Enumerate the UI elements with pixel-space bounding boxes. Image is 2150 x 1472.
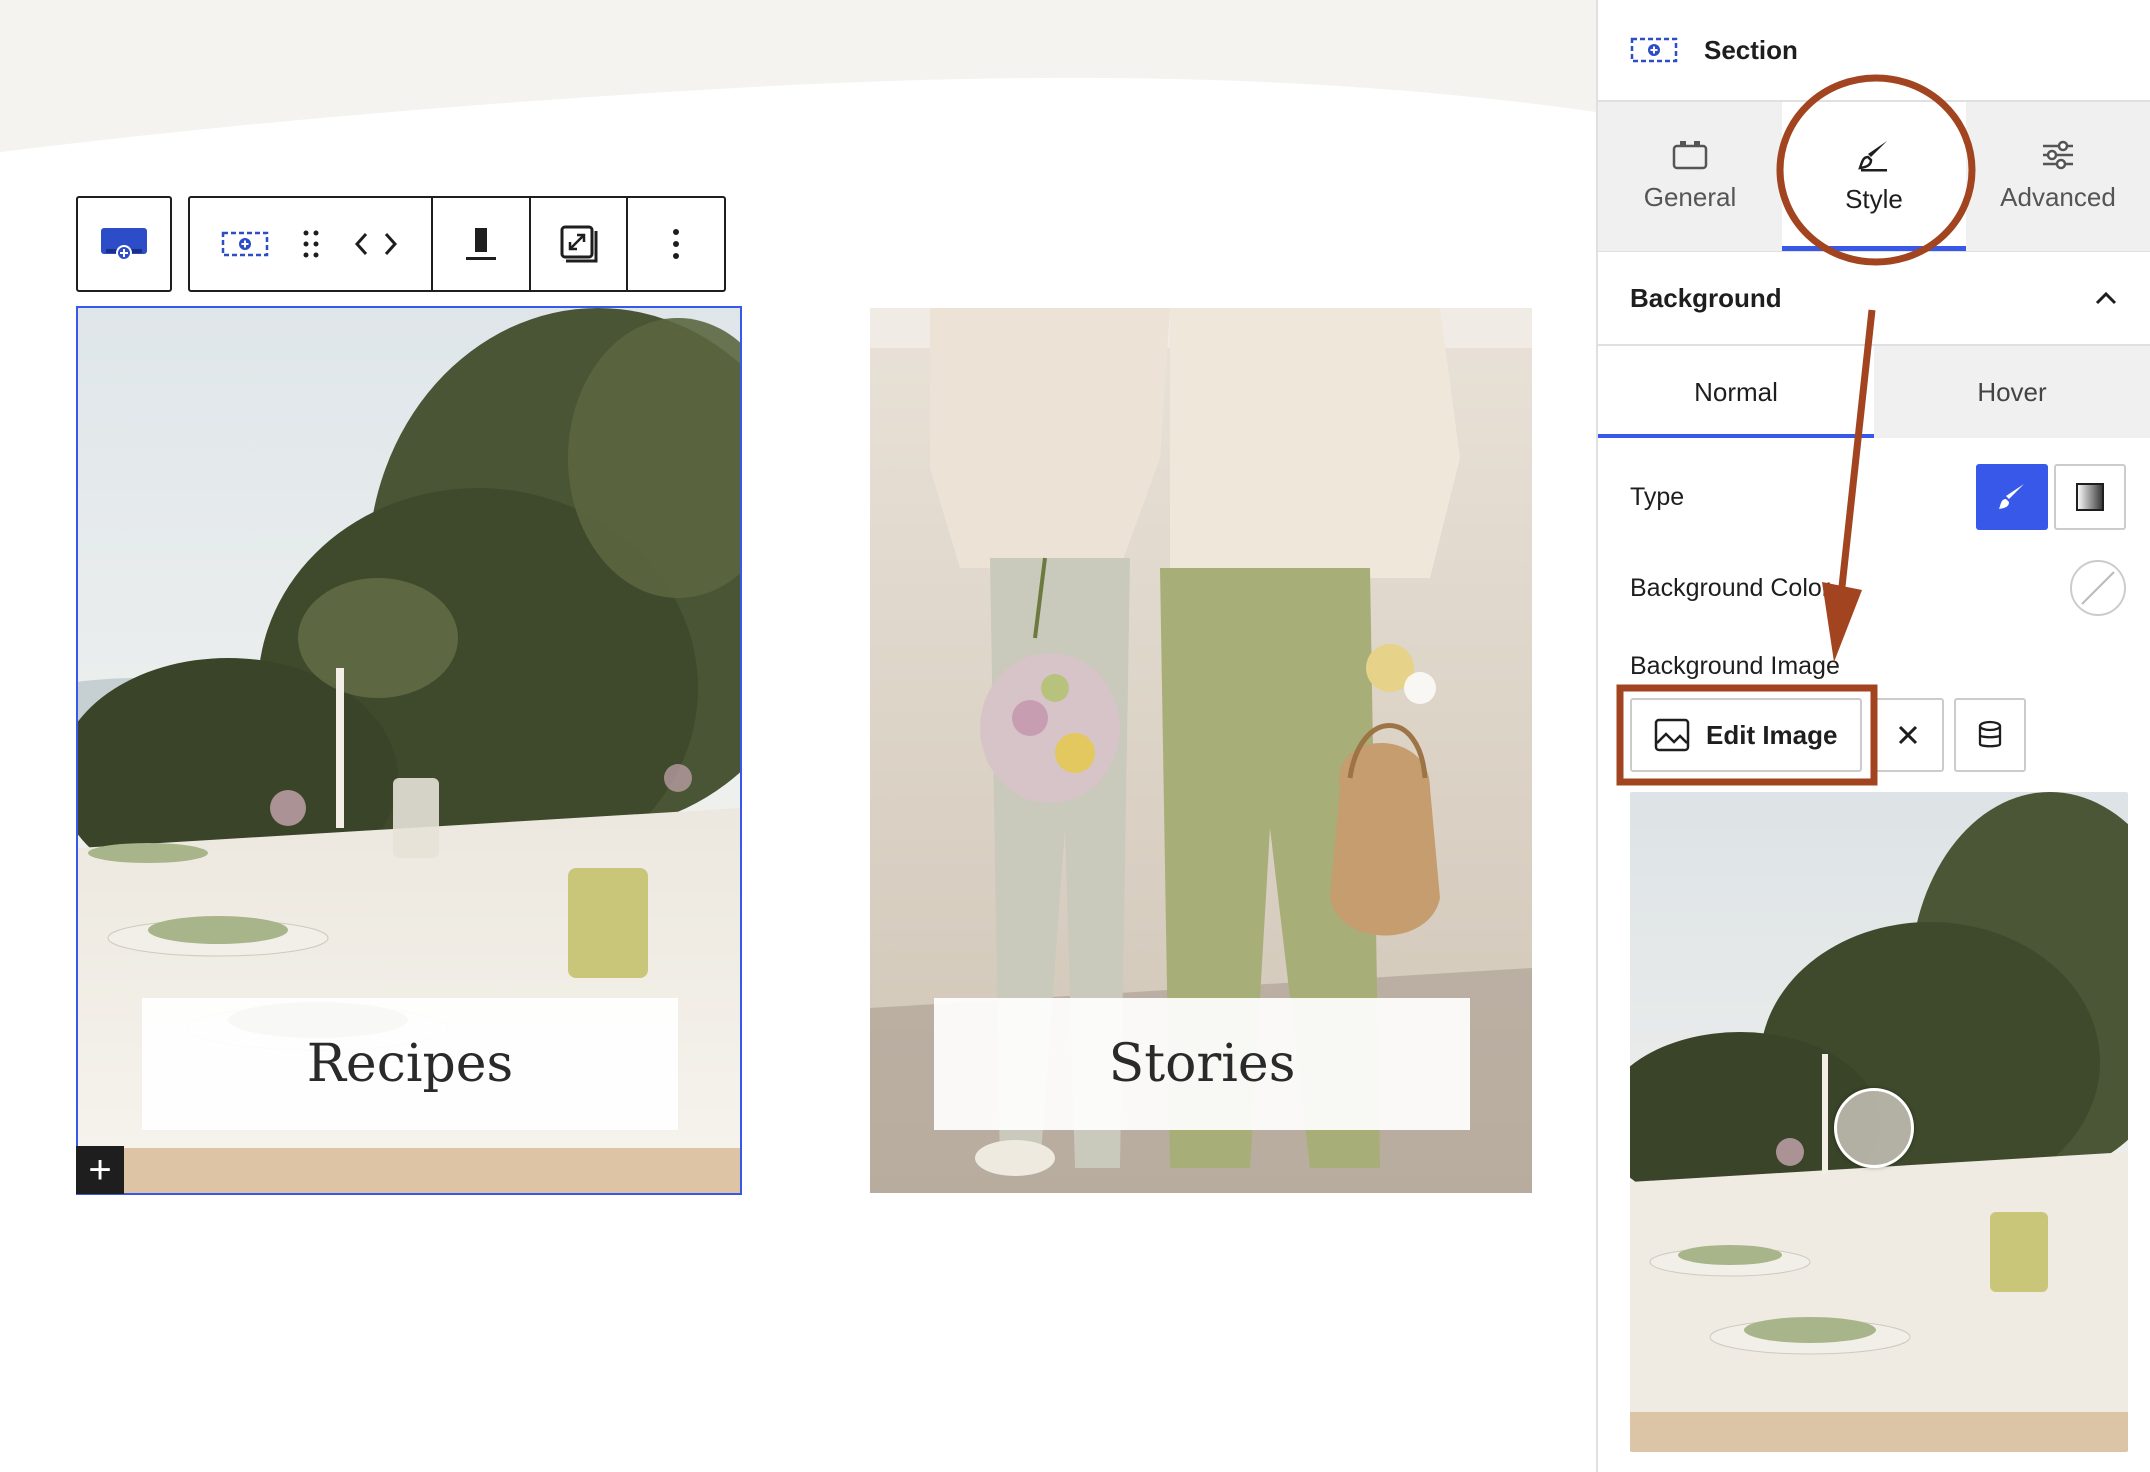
state-tabs: Normal Hover: [1598, 346, 2150, 438]
edit-image-button[interactable]: Edit Image: [1630, 698, 1862, 772]
type-label: Type: [1630, 482, 1685, 511]
drag-handle-icon[interactable]: [301, 228, 321, 260]
tab-hover[interactable]: Hover: [1874, 346, 2150, 438]
general-icon: [1672, 141, 1708, 170]
background-panel-toggle[interactable]: Background: [1598, 252, 2150, 346]
type-row: Type: [1630, 464, 2126, 530]
bg-color-row: Background Color: [1630, 560, 2126, 616]
resize-icon: [560, 225, 598, 263]
type-classic-button[interactable]: [1976, 464, 2048, 530]
recipes-card[interactable]: Recipes: [76, 306, 742, 1195]
section-block-icon: [101, 228, 147, 261]
remove-image-button[interactable]: [1872, 698, 1944, 772]
tab-normal[interactable]: Normal: [1598, 346, 1874, 438]
brush-icon: [1999, 484, 2024, 509]
section-icon[interactable]: [221, 230, 269, 258]
close-icon: [1898, 725, 1918, 745]
more-options-button[interactable]: [628, 198, 724, 290]
bg-color-label: Background Color: [1630, 573, 1831, 602]
top-wave-divider: [0, 0, 1596, 152]
chevron-up-icon: [2095, 291, 2117, 305]
brush-icon: [1858, 141, 1887, 172]
settings-sidebar: Section General Style Advanced Backgroun…: [1596, 0, 2150, 1472]
tab-general-label: General: [1643, 182, 1737, 212]
tab-style-label: Style: [1845, 184, 1903, 214]
more-options-icon: [673, 229, 680, 259]
align-bottom-icon: [465, 228, 496, 260]
bg-image-row: Background Image: [1630, 652, 2126, 681]
no-color-icon: [2081, 571, 2115, 605]
gradient-icon: [2076, 483, 2104, 511]
database-icon: [1978, 720, 2002, 748]
stories-card[interactable]: Stories: [870, 308, 1532, 1193]
tab-style[interactable]: Style: [1782, 102, 1966, 251]
align-bottom-button[interactable]: [433, 198, 529, 290]
move-arrows-icon[interactable]: [352, 229, 400, 259]
tab-advanced[interactable]: Advanced: [1966, 102, 2150, 251]
tab-advanced-label: Advanced: [2000, 182, 2116, 212]
block-title: Section: [1704, 34, 1798, 65]
background-panel-title: Background: [1630, 282, 1782, 313]
resize-button[interactable]: [531, 198, 627, 290]
add-block-button[interactable]: +: [76, 1146, 124, 1194]
section-icon: [1630, 37, 1678, 63]
focal-point-handle[interactable]: [1834, 1088, 1914, 1168]
tab-general[interactable]: General: [1598, 102, 1782, 251]
image-actions: Edit Image: [1630, 698, 2026, 772]
recipes-label: Recipes: [142, 998, 678, 1130]
editor-canvas: Recipes + Stories: [0, 0, 1596, 1472]
edit-image-label: Edit Image: [1706, 719, 1838, 750]
block-header: Section: [1598, 0, 2150, 102]
bg-image-label: Background Image: [1630, 652, 1840, 680]
inspector-tabs: General Style Advanced: [1598, 102, 2150, 252]
block-type-button[interactable]: [76, 196, 172, 292]
block-toolbar: [188, 196, 726, 292]
color-swatch[interactable]: [2070, 560, 2126, 616]
background-image-preview[interactable]: [1630, 792, 2128, 1452]
dynamic-data-button[interactable]: [1954, 698, 2026, 772]
stories-label: Stories: [934, 998, 1470, 1130]
sliders-icon: [2043, 140, 2073, 170]
image-icon: [1654, 718, 1690, 752]
type-gradient-button[interactable]: [2054, 464, 2126, 530]
